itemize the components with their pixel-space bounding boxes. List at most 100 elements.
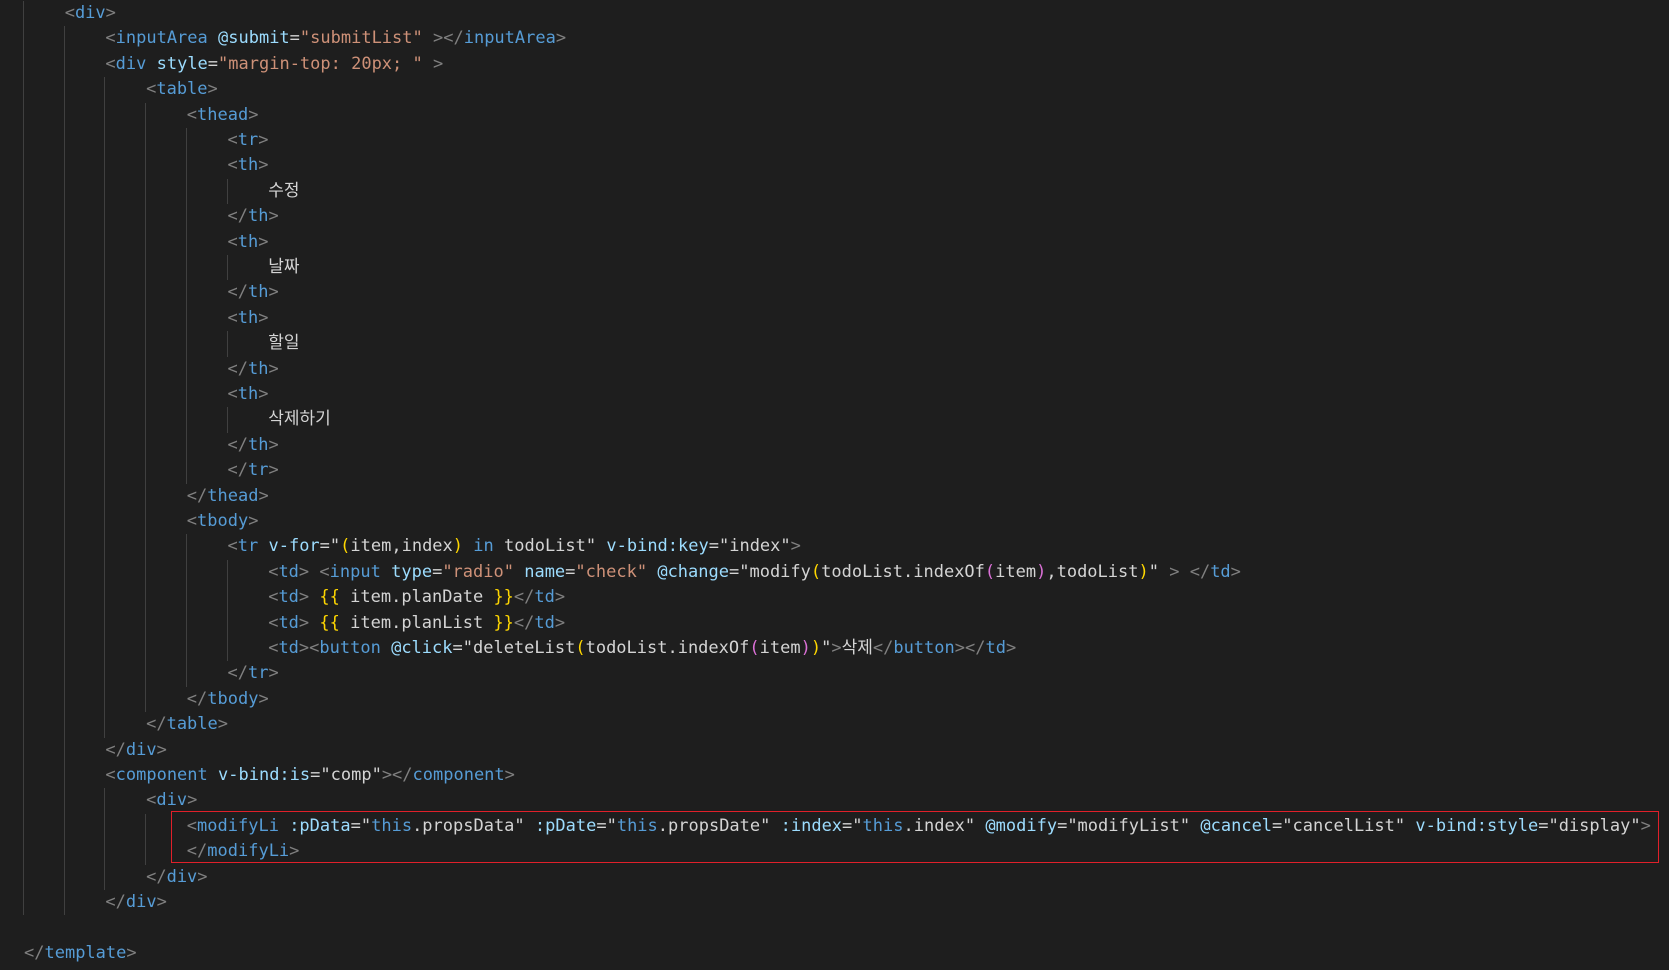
code-line[interactable]: <tbody> xyxy=(187,509,259,534)
code-line[interactable]: </tbody> xyxy=(187,687,269,712)
code-token: </ xyxy=(105,739,126,760)
code-line[interactable]: <td> {{ item.planList }}</td> xyxy=(268,611,565,636)
code-line[interactable]: </th> xyxy=(228,433,279,458)
code-token: = xyxy=(319,536,330,557)
code-line[interactable]: </template> xyxy=(24,941,137,966)
code-token: < xyxy=(319,561,330,582)
code-token: {{ xyxy=(319,612,340,633)
code-token: = xyxy=(565,561,576,582)
code-token: = xyxy=(452,638,463,658)
code-token: th xyxy=(247,282,269,303)
code-token: " xyxy=(821,638,832,658)
code-line[interactable]: </div> xyxy=(146,865,207,890)
code-token: > xyxy=(258,384,269,404)
code-token: th xyxy=(237,307,259,328)
code-token: component xyxy=(115,765,208,785)
code-token: style xyxy=(156,53,208,74)
code-token: "radio" xyxy=(442,561,514,582)
code-token: v-for xyxy=(268,536,320,557)
code-token: > xyxy=(268,663,279,684)
code-token: td xyxy=(278,612,299,633)
code-line[interactable]: </thead> xyxy=(187,484,269,509)
code-line[interactable]: <td><button @click="deleteList(todoList.… xyxy=(268,636,1016,661)
code-line[interactable]: <div style="margin-top: 20px; " > xyxy=(105,52,443,77)
code-token: < xyxy=(227,155,238,176)
code-token: ( xyxy=(984,561,996,582)
code-token: ( xyxy=(810,561,822,582)
code-token: template xyxy=(44,942,127,963)
code-line[interactable]: <td> <input type="radio" name="check" @c… xyxy=(268,560,1241,585)
code-token: </ xyxy=(513,612,535,633)
code-line[interactable]: <th> xyxy=(228,153,269,178)
code-line[interactable]: <td> {{ item.planDate }}</td> xyxy=(268,585,565,610)
code-line[interactable]: <div> xyxy=(146,788,197,813)
code-editor[interactable]: <div> <inputArea @submit="submitList" ></… xyxy=(0,0,1669,970)
code-token: > xyxy=(258,130,269,150)
code-line[interactable]: <th> xyxy=(228,306,269,331)
code-token: > xyxy=(187,790,198,811)
code-token: > xyxy=(268,206,279,227)
code-token: > xyxy=(298,587,310,608)
code-line[interactable]: </tr> xyxy=(228,458,279,483)
code-line[interactable]: <table> xyxy=(146,77,218,102)
code-token: inputArea xyxy=(463,28,556,49)
code-token: ,todoList xyxy=(1046,561,1139,582)
code-token: < xyxy=(186,104,198,125)
code-line[interactable]: <component v-bind:is="comp"></component> xyxy=(105,763,515,788)
code-token: td xyxy=(534,612,555,633)
indent-guide xyxy=(226,255,228,281)
code-token: th xyxy=(247,434,269,455)
indent-guide xyxy=(145,102,147,713)
code-token: < xyxy=(146,790,157,811)
code-token: item xyxy=(759,638,801,658)
code-token: > xyxy=(268,460,279,481)
code-token: thead xyxy=(207,485,259,506)
code-line[interactable]: <inputArea @submit="submitList" ></input… xyxy=(105,26,566,51)
code-line[interactable]: </th> xyxy=(228,357,279,382)
code-line[interactable]: <div> xyxy=(65,1,116,26)
highlight-annotation-box xyxy=(171,811,1659,863)
code-token: "submitList" xyxy=(299,28,423,49)
code-line[interactable]: </tr> xyxy=(228,661,279,686)
code-token: < xyxy=(227,307,238,328)
code-token: < xyxy=(227,536,238,557)
code-line[interactable]: <th> xyxy=(228,382,269,407)
code-token: > xyxy=(554,587,566,608)
code-token: table xyxy=(166,714,218,735)
code-token: < xyxy=(268,638,279,658)
code-token: > xyxy=(790,536,801,557)
indent-guide xyxy=(226,559,228,662)
code-token: }} xyxy=(493,612,514,633)
code-token: " xyxy=(1148,561,1159,582)
code-line[interactable]: 날짜 xyxy=(268,255,299,280)
code-line[interactable]: </th> xyxy=(228,204,279,229)
code-line[interactable]: </div> xyxy=(105,890,166,915)
code-line[interactable]: 수정 xyxy=(268,179,299,204)
code-token: ) xyxy=(1036,561,1047,582)
code-line[interactable]: <tr> xyxy=(228,128,269,153)
code-token: > xyxy=(268,358,279,379)
code-token: th xyxy=(237,231,259,252)
code-token: div xyxy=(74,3,106,23)
code-line[interactable]: </th> xyxy=(228,280,279,305)
code-line[interactable]: 삭제하기 xyxy=(268,407,331,432)
code-token: {{ xyxy=(319,587,340,608)
code-token: button xyxy=(319,638,381,658)
indent-guide xyxy=(226,331,228,357)
code-line[interactable]: </div> xyxy=(105,738,166,763)
code-line[interactable]: <tr v-for="(item,index) in todoList" v-b… xyxy=(228,534,801,559)
code-token: 삭제 xyxy=(841,638,873,658)
code-token: = xyxy=(310,765,321,785)
code-token: name xyxy=(524,561,566,582)
code-line[interactable]: 할일 xyxy=(268,331,299,356)
code-token: @submit xyxy=(218,28,290,49)
code-token: < xyxy=(186,511,198,531)
code-token: > xyxy=(258,155,269,176)
code-token: @click xyxy=(391,638,453,658)
code-token: v-bind:key xyxy=(606,536,709,557)
code-line[interactable]: <thead> xyxy=(187,103,259,128)
code-line[interactable]: <th> xyxy=(228,230,269,255)
code-token: > xyxy=(207,79,218,100)
code-line[interactable]: </table> xyxy=(146,712,228,737)
